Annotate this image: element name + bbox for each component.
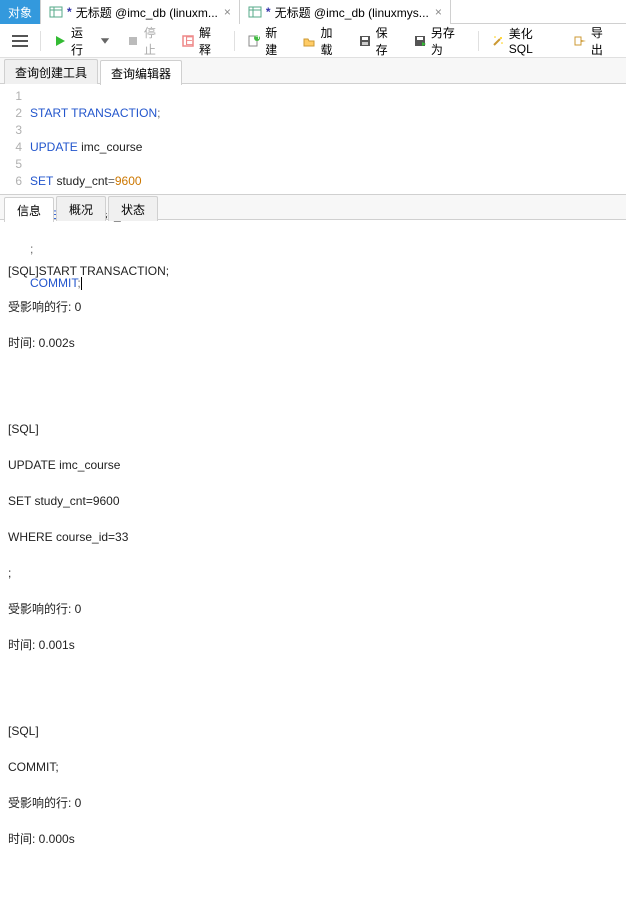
- output-line: ;: [8, 564, 618, 582]
- punct: ;: [157, 106, 160, 120]
- stop-button[interactable]: 停止: [120, 28, 173, 54]
- tab-status[interactable]: 状态: [108, 196, 158, 221]
- button-label: 停止: [144, 24, 167, 58]
- tab-query-2[interactable]: * 无标题 @imc_db (linuxmys... ×: [240, 0, 451, 24]
- tab-label: 无标题 @imc_db (linuxmys...: [275, 4, 429, 21]
- document-tabs: 对象 * 无标题 @imc_db (linuxm... × * 无标题 @imc…: [0, 0, 626, 24]
- output-line: 受影响的行: 0: [8, 794, 618, 812]
- output-block: [SQL] UPDATE imc_course SET study_cnt=96…: [8, 402, 618, 672]
- output-line: 受影响的行: 0: [8, 600, 618, 618]
- tab-objects[interactable]: 对象: [0, 0, 41, 24]
- output-line: [SQL]: [8, 722, 618, 740]
- output-line: COMMIT;: [8, 758, 618, 776]
- load-button[interactable]: 加载: [296, 28, 349, 54]
- play-icon: [53, 34, 67, 48]
- button-label: 解释: [199, 24, 222, 58]
- toolbar: 运行 停止 E 解释 + 新建 加载 保存 另存为 美化 SQL 导出: [0, 24, 626, 58]
- code-area[interactable]: START TRANSACTION; UPDATE imc_course SET…: [30, 88, 626, 194]
- button-label: 加载: [320, 24, 343, 58]
- beautify-button[interactable]: 美化 SQL: [485, 28, 565, 54]
- load-icon: [302, 34, 316, 48]
- save-icon: [358, 34, 372, 48]
- tab-info[interactable]: 信息: [4, 197, 54, 222]
- kw: UPDATE: [30, 140, 78, 154]
- close-icon[interactable]: ×: [435, 5, 442, 19]
- query-icon: [49, 5, 63, 19]
- line-number: 6: [0, 173, 22, 190]
- kw: TRANSACTION: [71, 106, 157, 120]
- tab-label: 查询编辑器: [111, 65, 171, 82]
- svg-text:E: E: [185, 34, 193, 48]
- button-label: 运行: [71, 24, 94, 58]
- tab-label: 无标题 @imc_db (linuxm...: [76, 4, 218, 21]
- tab-query-editor[interactable]: 查询编辑器: [100, 60, 182, 85]
- dirty-indicator: *: [67, 5, 72, 19]
- tab-profile[interactable]: 概况: [56, 196, 106, 221]
- menu-button[interactable]: [6, 29, 34, 53]
- kw: START: [30, 106, 68, 120]
- line-number: 1: [0, 88, 22, 105]
- tab-label: 查询创建工具: [15, 64, 87, 81]
- line-number: 2: [0, 105, 22, 122]
- kw: SET: [30, 174, 53, 188]
- close-icon[interactable]: ×: [224, 5, 231, 19]
- svg-text:+: +: [255, 34, 261, 43]
- op: =: [108, 174, 115, 188]
- run-button[interactable]: 运行: [47, 28, 118, 54]
- export-button[interactable]: 导出: [567, 28, 620, 54]
- button-label: 美化 SQL: [509, 25, 559, 56]
- new-icon: +: [247, 34, 261, 48]
- separator: [40, 31, 41, 51]
- stop-icon: [126, 34, 140, 48]
- output-line: SET study_cnt=9600: [8, 492, 618, 510]
- button-label: 导出: [591, 24, 614, 58]
- explain-button[interactable]: E 解释: [175, 28, 228, 54]
- saveas-button[interactable]: 另存为: [407, 28, 472, 54]
- line-gutter: 1 2 3 4 5 6: [0, 88, 30, 194]
- output-line: UPDATE imc_course: [8, 456, 618, 474]
- button-label: 新建: [265, 24, 288, 58]
- tab-query-builder[interactable]: 查询创建工具: [4, 59, 98, 84]
- save-button[interactable]: 保存: [352, 28, 405, 54]
- output-line: 时间: 0.001s: [8, 636, 618, 654]
- separator: [234, 31, 235, 51]
- output-line: WHERE course_id=33: [8, 528, 618, 546]
- dirty-indicator: *: [266, 5, 271, 19]
- line-number: 3: [0, 122, 22, 139]
- output-line: 时间: 0.002s: [8, 334, 618, 352]
- output-line: 时间: 0.000s: [8, 830, 618, 848]
- sql-editor[interactable]: 1 2 3 4 5 6 START TRANSACTION; UPDATE im…: [0, 84, 626, 194]
- button-label: 保存: [376, 24, 399, 58]
- wand-icon: [491, 34, 505, 48]
- ident: study_cnt: [53, 174, 108, 188]
- export-icon: [573, 34, 587, 48]
- query-subtabs: 查询创建工具 查询编辑器: [0, 58, 626, 84]
- line-number: 5: [0, 156, 22, 173]
- output-block: [SQL] COMMIT; 受影响的行: 0 时间: 0.000s: [8, 704, 618, 866]
- punct: ;: [30, 242, 33, 256]
- tab-label: 对象: [8, 4, 32, 21]
- ident: imc_course: [78, 140, 143, 154]
- separator: [478, 31, 479, 51]
- tab-label: 状态: [121, 201, 145, 218]
- tab-label: 概况: [69, 201, 93, 218]
- tab-label: 信息: [17, 202, 41, 219]
- button-label: 另存为: [431, 24, 466, 58]
- chevron-down-icon: [98, 34, 112, 48]
- tab-query-1[interactable]: * 无标题 @imc_db (linuxm... ×: [41, 0, 240, 24]
- saveas-icon: [413, 34, 427, 48]
- query-icon: [248, 5, 262, 19]
- num: 9600: [115, 174, 142, 188]
- explain-icon: E: [181, 34, 195, 48]
- output-line: [SQL]: [8, 420, 618, 438]
- line-number: 4: [0, 139, 22, 156]
- new-button[interactable]: + 新建: [241, 28, 294, 54]
